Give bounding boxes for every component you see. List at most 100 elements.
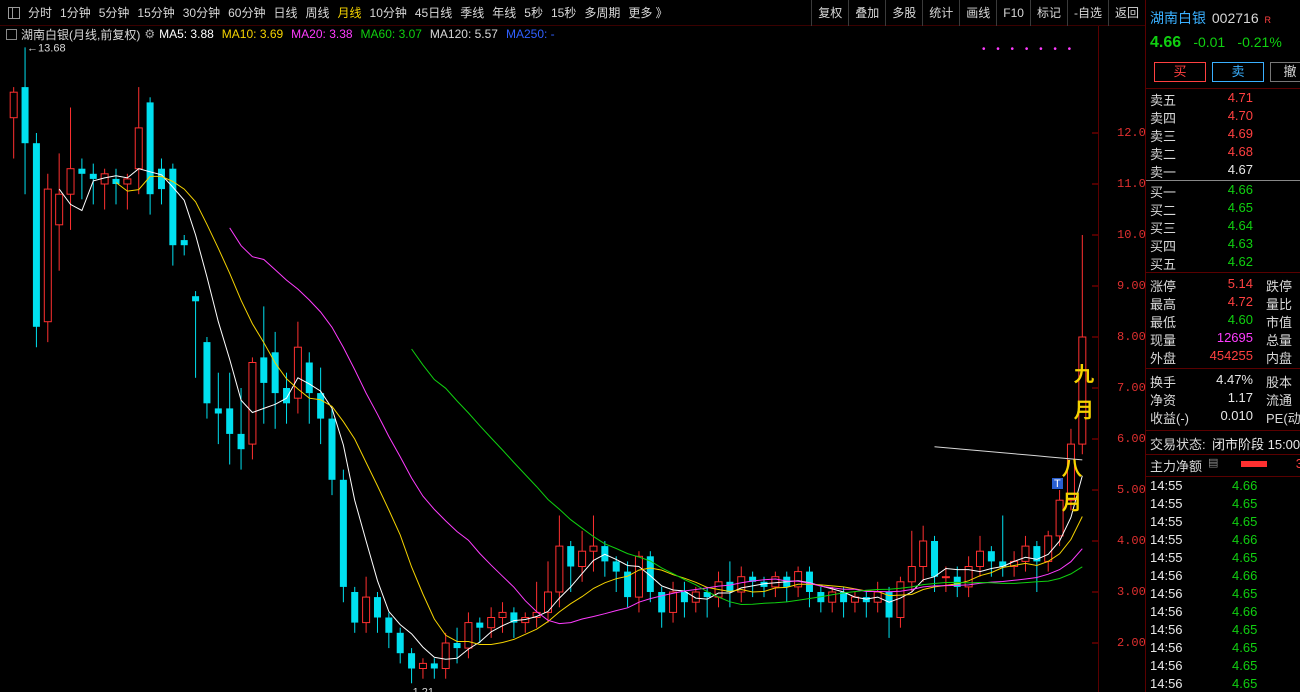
price-line: 4.66 -0.01 -0.21% bbox=[1150, 34, 1282, 52]
fin-row-label2: 流通 bbox=[1266, 393, 1293, 408]
bid-row[interactable]: 买三 4.64 bbox=[1146, 218, 1300, 236]
stat-row[interactable]: 最低 4.60 市值 bbox=[1146, 312, 1300, 330]
toolbar-action-3[interactable]: 统计 bbox=[922, 0, 959, 26]
tick-time: 14:56 bbox=[1150, 604, 1183, 619]
tick-price: 4.65 bbox=[1232, 496, 1258, 511]
ask-row[interactable]: 卖一 4.67 bbox=[1146, 162, 1300, 180]
ask-row[interactable]: 卖三 4.69 bbox=[1146, 126, 1300, 144]
candle-body bbox=[203, 342, 211, 404]
candle-body bbox=[192, 296, 200, 302]
stock-name: 湖南白银 bbox=[1150, 10, 1206, 26]
ma120-label: MA120: 5.57 bbox=[429, 27, 498, 41]
fin-row-label: 换手 bbox=[1150, 375, 1177, 390]
sell-button[interactable]: 卖 bbox=[1212, 62, 1264, 82]
bid-row[interactable]: 买一 4.66 bbox=[1146, 182, 1300, 200]
toolbar-action-8[interactable]: 返回 bbox=[1107, 0, 1145, 26]
stat-row-value: 5.14 bbox=[1227, 276, 1253, 291]
list-icon[interactable]: ▤ bbox=[1208, 456, 1218, 469]
stat-row[interactable]: 最高 4.72 量比 bbox=[1146, 294, 1300, 312]
toolbar-action-7[interactable]: -自选 bbox=[1066, 0, 1108, 26]
fin-row[interactable]: 收益(-) 0.010 PE(动 bbox=[1146, 408, 1300, 426]
candle-body bbox=[339, 479, 347, 587]
trade-tick-row: 14:55 4.65 bbox=[1146, 514, 1300, 532]
toolbar-action-0[interactable]: 复权 bbox=[811, 0, 848, 26]
period-tab-3[interactable]: 15分钟 bbox=[137, 4, 180, 21]
ask-row[interactable]: 卖五 4.71 bbox=[1146, 90, 1300, 108]
tick-time: 14:56 bbox=[1150, 640, 1183, 655]
stat-row-label2: 跌停 bbox=[1266, 279, 1293, 294]
toolbar-actions: 复权 叠加 多股 统计 画线 F10 标记 -自选 返回 bbox=[811, 0, 1145, 26]
fin-row[interactable]: 净资 1.17 流通 bbox=[1146, 390, 1300, 408]
toolbar-action-2[interactable]: 多股 bbox=[885, 0, 922, 26]
flow-value: 3 bbox=[1295, 456, 1300, 471]
toolbar-action-6[interactable]: 标记 bbox=[1029, 0, 1067, 26]
candle-body bbox=[612, 561, 620, 572]
period-tab-13[interactable]: 5秒 bbox=[524, 4, 549, 21]
period-tab-9[interactable]: 10分钟 bbox=[370, 4, 413, 21]
candle-body bbox=[498, 611, 507, 619]
ask-row[interactable]: 卖二 4.68 bbox=[1146, 144, 1300, 162]
ma-legend: 湖南白银(月线,前复权) ⚙ MA5: 3.88 MA10: 3.69 MA20… bbox=[0, 26, 1098, 42]
ask-row[interactable]: 卖四 4.70 bbox=[1146, 108, 1300, 126]
period-tab-10[interactable]: 45日线 bbox=[415, 4, 458, 21]
bid-row[interactable]: 买二 4.65 bbox=[1146, 200, 1300, 218]
candle-body bbox=[89, 173, 97, 179]
price-change: -0.01 bbox=[1193, 34, 1226, 50]
period-tab-1[interactable]: 1分钟 bbox=[60, 4, 97, 21]
toolbar-action-5[interactable]: F10 bbox=[996, 0, 1030, 26]
buy-button[interactable]: 买 bbox=[1154, 62, 1206, 82]
candle-body bbox=[907, 566, 916, 583]
candle-body bbox=[43, 188, 52, 323]
period-tab-16[interactable]: 更多 》 bbox=[628, 4, 673, 21]
tick-price: 4.65 bbox=[1232, 586, 1258, 601]
ma10-label: MA10: 3.69 bbox=[221, 27, 284, 41]
candle-body bbox=[544, 591, 552, 613]
candle-body bbox=[328, 418, 336, 480]
stat-row-label2: 内盘 bbox=[1266, 351, 1293, 366]
period-tab-8[interactable]: 月线 bbox=[338, 4, 368, 21]
period-tab-14[interactable]: 15秒 bbox=[551, 4, 582, 21]
bid-row-label: 买一 bbox=[1150, 185, 1177, 200]
trade-tick-row: 14:56 4.65 bbox=[1146, 622, 1300, 640]
candle-body bbox=[1021, 545, 1030, 562]
tick-price: 4.65 bbox=[1232, 640, 1258, 655]
fin-row[interactable]: 换手 4.47% 股本 bbox=[1146, 372, 1300, 390]
stat-row[interactable]: 现量 12695 总量 bbox=[1146, 330, 1300, 348]
fin-row-value: 4.47% bbox=[1216, 372, 1253, 387]
period-tab-5[interactable]: 60分钟 bbox=[228, 4, 271, 21]
candle-body bbox=[134, 127, 143, 170]
price-tick: 6.00 bbox=[1117, 432, 1146, 446]
tick-price: 4.65 bbox=[1232, 622, 1258, 637]
cancel-button[interactable]: 撤 bbox=[1270, 62, 1300, 82]
tick-price: 4.66 bbox=[1232, 478, 1258, 493]
sidebar-toggle-icon[interactable] bbox=[8, 6, 20, 19]
bid-row-label: 买三 bbox=[1150, 221, 1177, 236]
bid-row[interactable]: 买五 4.62 bbox=[1146, 254, 1300, 272]
candle-body bbox=[430, 663, 438, 669]
period-tab-2[interactable]: 5分钟 bbox=[99, 4, 136, 21]
ma120-line bbox=[934, 446, 1083, 461]
stat-row[interactable]: 涨停 5.14 跌停 bbox=[1146, 276, 1300, 294]
candle-body bbox=[976, 550, 984, 568]
candle-body bbox=[578, 550, 587, 568]
panel-toggle-icon[interactable] bbox=[6, 28, 17, 40]
toolbar-action-4[interactable]: 画线 bbox=[959, 0, 996, 26]
bid-row[interactable]: 买四 4.63 bbox=[1146, 236, 1300, 254]
period-tab-15[interactable]: 多周期 bbox=[584, 4, 626, 21]
period-tab-6[interactable]: 日线 bbox=[273, 4, 303, 21]
toolbar-action-1[interactable]: 叠加 bbox=[848, 0, 885, 26]
ask-row-label: 卖一 bbox=[1150, 165, 1177, 180]
candlestick-chart[interactable]: ←13.68 ←1.21 T bbox=[0, 42, 1098, 692]
ask-row-value: 4.70 bbox=[1227, 108, 1253, 123]
price-tick: 5.00 bbox=[1117, 483, 1146, 497]
settings-icon[interactable]: ⚙ bbox=[144, 27, 155, 41]
period-tab-12[interactable]: 年线 bbox=[492, 4, 522, 21]
stat-row[interactable]: 外盘 454255 内盘 bbox=[1146, 348, 1300, 366]
price-tick: 4.00 bbox=[1117, 534, 1146, 548]
low-price-label: ←1.21 bbox=[402, 686, 434, 692]
period-tab-4[interactable]: 30分钟 bbox=[183, 4, 226, 21]
period-tab-7[interactable]: 周线 bbox=[305, 4, 335, 21]
period-tab-11[interactable]: 季线 bbox=[460, 4, 490, 21]
candle-body bbox=[1044, 535, 1053, 562]
period-tab-0[interactable]: 分时 bbox=[28, 4, 58, 21]
